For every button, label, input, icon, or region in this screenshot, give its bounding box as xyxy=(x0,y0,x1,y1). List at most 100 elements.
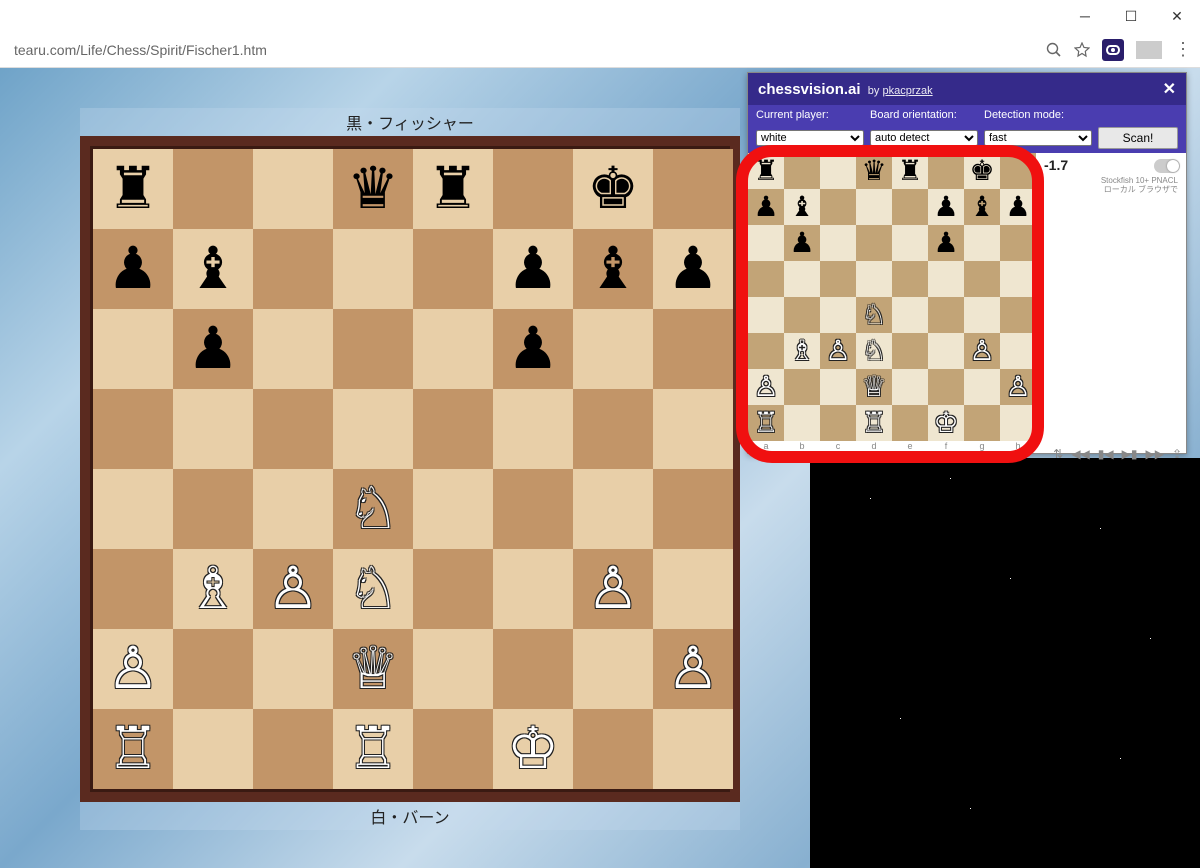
square-d1[interactable]: ♖ xyxy=(333,709,413,789)
select-detection[interactable]: fast xyxy=(984,130,1092,146)
square-b8[interactable] xyxy=(173,149,253,229)
square-f7[interactable]: ♟ xyxy=(928,189,964,225)
square-e4[interactable] xyxy=(413,469,493,549)
first-move-icon[interactable]: ◀◀ xyxy=(1071,447,1089,461)
window-maximize-button[interactable]: ☐ xyxy=(1108,0,1154,32)
square-h6[interactable] xyxy=(653,309,733,389)
square-h1[interactable] xyxy=(653,709,733,789)
url-text[interactable]: tearu.com/Life/Chess/Spirit/Fischer1.htm xyxy=(10,42,1036,58)
square-d7[interactable] xyxy=(333,229,413,309)
square-e1[interactable] xyxy=(413,709,493,789)
square-c4[interactable] xyxy=(820,297,856,333)
square-f7[interactable]: ♟ xyxy=(493,229,573,309)
square-b1[interactable] xyxy=(784,405,820,441)
ext-author-link[interactable]: pkacprzak xyxy=(882,85,932,97)
square-f2[interactable] xyxy=(928,369,964,405)
square-f2[interactable] xyxy=(493,629,573,709)
square-c5[interactable] xyxy=(253,389,333,469)
square-e3[interactable] xyxy=(413,549,493,629)
square-b4[interactable] xyxy=(173,469,253,549)
square-d4[interactable]: ♘ xyxy=(333,469,413,549)
select-current-player[interactable]: white xyxy=(756,130,864,146)
square-f3[interactable] xyxy=(493,549,573,629)
square-a7[interactable]: ♟ xyxy=(93,229,173,309)
square-a2[interactable]: ♙ xyxy=(93,629,173,709)
square-f4[interactable] xyxy=(493,469,573,549)
square-b2[interactable] xyxy=(784,369,820,405)
window-minimize-button[interactable]: ─ xyxy=(1062,0,1108,32)
square-g4[interactable] xyxy=(964,297,1000,333)
square-f8[interactable] xyxy=(493,149,573,229)
square-h4[interactable] xyxy=(1000,297,1036,333)
square-c1[interactable] xyxy=(820,405,856,441)
square-d2[interactable]: ♕ xyxy=(856,369,892,405)
square-a4[interactable] xyxy=(93,469,173,549)
square-a7[interactable]: ♟ xyxy=(748,189,784,225)
square-b5[interactable] xyxy=(784,261,820,297)
square-e8[interactable]: ♜ xyxy=(892,153,928,189)
square-d1[interactable]: ♖ xyxy=(856,405,892,441)
square-g5[interactable] xyxy=(573,389,653,469)
square-h7[interactable]: ♟ xyxy=(653,229,733,309)
square-d3[interactable]: ♘ xyxy=(856,333,892,369)
window-close-button[interactable]: ✕ xyxy=(1154,0,1200,32)
square-d6[interactable] xyxy=(333,309,413,389)
square-e5[interactable] xyxy=(413,389,493,469)
square-g3[interactable]: ♙ xyxy=(964,333,1000,369)
square-h8[interactable] xyxy=(1000,153,1036,189)
square-f1[interactable]: ♔ xyxy=(493,709,573,789)
square-f4[interactable] xyxy=(928,297,964,333)
flip-icon[interactable]: ⇅ xyxy=(1053,447,1063,461)
square-h2[interactable]: ♙ xyxy=(1000,369,1036,405)
square-f5[interactable] xyxy=(928,261,964,297)
bookmark-star-icon[interactable] xyxy=(1074,42,1090,58)
square-a4[interactable] xyxy=(748,297,784,333)
square-g2[interactable] xyxy=(964,369,1000,405)
square-b4[interactable] xyxy=(784,297,820,333)
square-c3[interactable]: ♙ xyxy=(253,549,333,629)
square-f5[interactable] xyxy=(493,389,573,469)
square-g6[interactable] xyxy=(964,225,1000,261)
square-f1[interactable]: ♔ xyxy=(928,405,964,441)
chessvision-extension-icon[interactable] xyxy=(1102,39,1124,61)
detected-board[interactable]: ♜♛♜♚♟♝♟♝♟♟♟♘♗♙♘♙♙♕♙♖♖♔ xyxy=(748,153,1036,441)
square-c6[interactable] xyxy=(820,225,856,261)
square-d4[interactable]: ♘ xyxy=(856,297,892,333)
square-g8[interactable]: ♚ xyxy=(573,149,653,229)
square-g4[interactable] xyxy=(573,469,653,549)
square-f8[interactable] xyxy=(928,153,964,189)
square-h5[interactable] xyxy=(653,389,733,469)
profile-icon[interactable] xyxy=(1136,41,1162,59)
square-b7[interactable]: ♝ xyxy=(173,229,253,309)
square-b5[interactable] xyxy=(173,389,253,469)
next-move-icon[interactable]: ▶▮ xyxy=(1122,447,1138,461)
square-e6[interactable] xyxy=(413,309,493,389)
square-e8[interactable]: ♜ xyxy=(413,149,493,229)
square-e5[interactable] xyxy=(892,261,928,297)
square-c8[interactable] xyxy=(253,149,333,229)
square-h3[interactable] xyxy=(1000,333,1036,369)
square-g1[interactable] xyxy=(573,709,653,789)
square-d8[interactable]: ♛ xyxy=(333,149,413,229)
square-a2[interactable]: ♙ xyxy=(748,369,784,405)
square-e3[interactable] xyxy=(892,333,928,369)
square-c5[interactable] xyxy=(820,261,856,297)
square-g8[interactable]: ♚ xyxy=(964,153,1000,189)
square-g2[interactable] xyxy=(573,629,653,709)
square-b3[interactable]: ♗ xyxy=(173,549,253,629)
square-d8[interactable]: ♛ xyxy=(856,153,892,189)
square-c6[interactable] xyxy=(253,309,333,389)
last-move-icon[interactable]: ▶▶ xyxy=(1145,447,1163,461)
chess-board[interactable]: ♜♛♜♚♟♝♟♝♟♟♟♘♗♙♘♙♙♕♙♖♖♔ xyxy=(93,149,727,789)
square-h1[interactable] xyxy=(1000,405,1036,441)
engine-toggle[interactable] xyxy=(1154,159,1180,173)
square-e1[interactable] xyxy=(892,405,928,441)
square-b7[interactable]: ♝ xyxy=(784,189,820,225)
square-a8[interactable]: ♜ xyxy=(748,153,784,189)
square-h4[interactable] xyxy=(653,469,733,549)
square-b1[interactable] xyxy=(173,709,253,789)
square-a6[interactable] xyxy=(93,309,173,389)
square-h8[interactable] xyxy=(653,149,733,229)
square-a3[interactable] xyxy=(748,333,784,369)
square-c3[interactable]: ♙ xyxy=(820,333,856,369)
